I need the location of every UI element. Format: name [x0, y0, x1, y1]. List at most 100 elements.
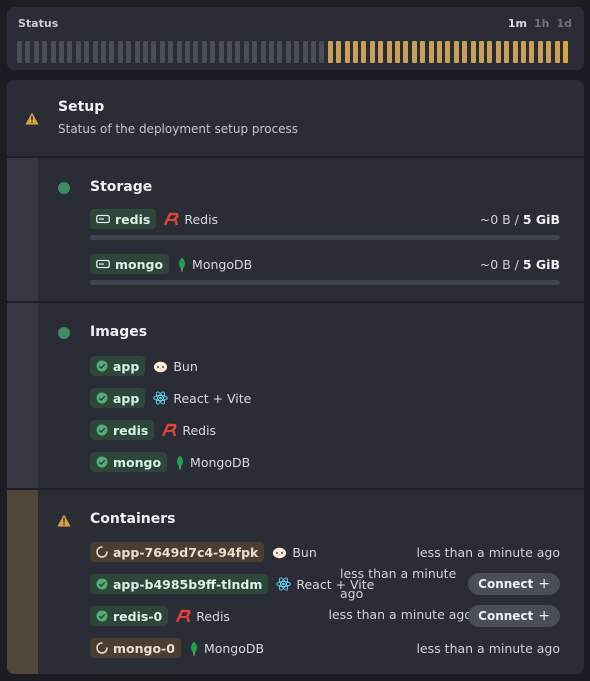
connect-button[interactable]: Connect +	[468, 605, 560, 627]
status-bar	[294, 41, 300, 63]
bun-logo-icon	[272, 546, 288, 559]
check-circle-icon	[96, 578, 108, 590]
status-bar	[504, 41, 510, 63]
status-bar	[479, 41, 484, 63]
status-bar	[50, 41, 56, 63]
storage-section: Storage redis Redis ~0 B / 5 GiB mongo M…	[7, 156, 584, 302]
status-bar	[285, 41, 291, 63]
tech-name: MongoDB	[203, 640, 265, 656]
image-item: app Bun	[90, 356, 560, 376]
redis-logo-icon	[164, 212, 179, 226]
mongodb-logo-icon	[175, 455, 185, 470]
status-bar	[59, 41, 64, 63]
image-name: redis	[113, 422, 149, 438]
containers-title: Containers	[90, 511, 176, 527]
status-bar	[521, 41, 526, 63]
status-bar	[420, 41, 426, 63]
volume-name: mongo	[115, 256, 164, 272]
status-bar	[470, 41, 476, 63]
range-tab-1d[interactable]: 1d	[556, 17, 572, 30]
setup-panel: Setup Status of the deployment setup pro…	[7, 80, 584, 674]
check-circle-icon	[96, 610, 108, 622]
tech-label: MongoDB	[175, 455, 250, 470]
status-bar	[546, 41, 552, 63]
redis-logo-icon	[162, 423, 177, 437]
storage-usage: ~0 B / 5 GiB	[480, 212, 560, 227]
status-bar	[252, 41, 258, 63]
status-bar	[134, 41, 140, 63]
status-bar	[378, 41, 384, 63]
container-chip[interactable]: redis-0	[90, 606, 169, 626]
status-ok-dot-icon	[58, 182, 70, 194]
volume-chip[interactable]: mongo	[90, 254, 170, 274]
status-bar	[353, 41, 358, 63]
container-name: redis-0	[113, 608, 163, 624]
status-bar	[563, 41, 568, 63]
container-time: less than a minute ago	[340, 566, 457, 601]
status-bar	[311, 41, 316, 63]
connect-button[interactable]: Connect +	[468, 573, 560, 595]
container-name: app-7649d7c4-94fpk	[113, 544, 259, 560]
redis-logo-icon	[176, 609, 191, 623]
container-name: mongo-0	[113, 640, 175, 656]
tech-name: Bun	[292, 544, 317, 560]
status-bar	[33, 41, 39, 63]
plus-icon: +	[538, 575, 550, 592]
section-rail	[7, 158, 38, 302]
image-name: app	[113, 358, 140, 374]
status-bar	[445, 41, 451, 63]
storage-usage: ~0 B / 5 GiB	[480, 257, 560, 272]
usage-used: ~0 B	[479, 256, 511, 272]
tech-name: Redis	[184, 211, 219, 227]
status-bar	[529, 41, 535, 63]
status-bar	[319, 41, 325, 63]
image-chip[interactable]: redis	[90, 420, 155, 440]
bun-logo-icon	[153, 360, 169, 373]
image-chip[interactable]: app	[90, 388, 146, 408]
status-bar	[67, 41, 73, 63]
tech-label: Bun	[153, 359, 198, 374]
status-bar	[117, 41, 123, 63]
storage-title: Storage	[90, 179, 153, 195]
container-chip[interactable]: mongo-0	[90, 638, 181, 658]
container-name: app-b4985b9ff-tlndm	[113, 576, 263, 592]
setup-subtitle: Status of the deployment setup process	[58, 122, 299, 136]
time-range-tabs: 1m 1h 1d	[508, 17, 572, 30]
drive-icon	[96, 259, 110, 269]
container-chip[interactable]: app-b4985b9ff-tlndm	[90, 574, 269, 594]
drive-icon	[96, 214, 110, 224]
status-bar	[344, 41, 350, 63]
status-bar	[302, 41, 308, 63]
image-chip[interactable]: app	[90, 356, 146, 376]
range-tab-1h[interactable]: 1h	[534, 17, 550, 30]
spinner-icon	[96, 642, 108, 654]
status-bar	[25, 41, 31, 63]
status-bar	[327, 41, 333, 63]
images-title: Images	[90, 324, 148, 340]
status-bar	[243, 41, 249, 63]
range-tab-1m[interactable]: 1m	[508, 17, 527, 30]
status-bar	[277, 41, 283, 63]
section-rail	[7, 303, 38, 489]
mongodb-logo-icon	[177, 257, 187, 272]
connect-label: Connect	[478, 609, 534, 623]
image-name: mongo	[113, 454, 162, 470]
usage-used: ~0 B	[479, 211, 511, 227]
tech-label: React + Vite	[153, 391, 251, 406]
image-name: app	[113, 390, 140, 406]
status-bar	[395, 41, 400, 63]
check-circle-icon	[96, 392, 108, 404]
status-bar	[453, 41, 459, 63]
status-bar	[554, 41, 560, 63]
image-chip[interactable]: mongo	[90, 452, 168, 472]
status-bar	[428, 41, 434, 63]
volume-chip[interactable]: redis	[90, 209, 157, 229]
container-chip[interactable]: app-7649d7c4-94fpk	[90, 542, 265, 562]
spinner-icon	[96, 546, 108, 558]
plus-icon: +	[538, 607, 550, 624]
tech-label: Bun	[272, 544, 317, 560]
status-bar	[411, 41, 417, 63]
status-bar	[403, 41, 409, 63]
status-bar	[185, 41, 190, 63]
status-bar	[336, 41, 342, 63]
